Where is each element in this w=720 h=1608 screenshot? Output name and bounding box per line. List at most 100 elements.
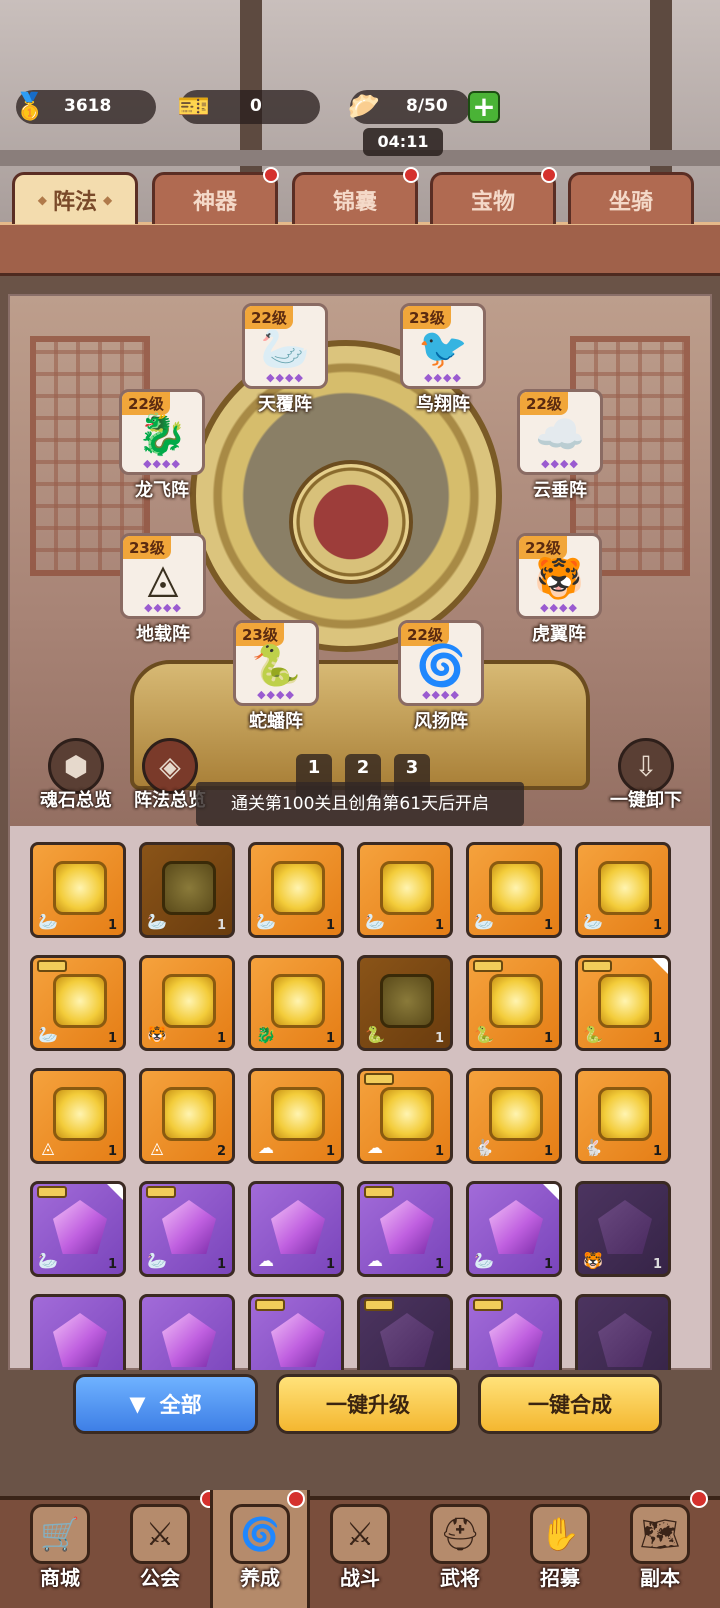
cloud-icon: ☁ bbox=[258, 1251, 274, 1270]
triangle-icon: ◬ bbox=[147, 556, 179, 602]
equipped-tag-icon bbox=[364, 1073, 394, 1085]
soul-stone-slot[interactable]: 🐇 1 bbox=[575, 1068, 671, 1164]
formation-core[interactable] bbox=[289, 460, 413, 584]
tab-pouch[interactable]: 锦囊 bbox=[292, 167, 419, 224]
formation-tianfu[interactable]: 22级 🦢 ◆◆◆◆ 天覆阵 bbox=[239, 303, 331, 416]
gold-gem-icon bbox=[271, 861, 325, 915]
equipped-tag-icon bbox=[582, 960, 612, 972]
soul-stone-slot[interactable]: 🦢 1 bbox=[466, 842, 562, 938]
formation-name: 云垂阵 bbox=[533, 480, 587, 501]
formation-dizai[interactable]: 23级 ◬ ◆◆◆◆ 地载阵 bbox=[117, 533, 209, 646]
ticket-counter[interactable]: 🎫 0 bbox=[178, 90, 320, 124]
battle-icon: ⚔ bbox=[330, 1504, 390, 1564]
tab-mount[interactable]: 坐骑 bbox=[568, 172, 694, 224]
nav-guild[interactable]: ⚔ 公会 bbox=[110, 1490, 218, 1608]
upgrade-all-button[interactable]: 一键升级 bbox=[276, 1374, 460, 1434]
formation-name: 蛇蟠阵 bbox=[249, 711, 303, 732]
recruit-icon: ✋ bbox=[530, 1504, 590, 1564]
nav-label: 养成 bbox=[240, 1566, 280, 1590]
stack-count: 1 bbox=[107, 1031, 117, 1046]
soul-stone-slot[interactable] bbox=[139, 1294, 235, 1370]
soul-stone-slot[interactable]: 🐯 1 bbox=[575, 1181, 671, 1277]
equipped-tag-icon bbox=[255, 1299, 285, 1311]
stamina-timer: 04:11 bbox=[363, 128, 443, 156]
soul-stone-slot[interactable]: 🐯 1 bbox=[139, 955, 235, 1051]
stack-count: 1 bbox=[434, 1144, 444, 1159]
soul-stone-slot[interactable]: 🐍 1 bbox=[575, 955, 671, 1051]
soul-stone-slot[interactable] bbox=[30, 1294, 126, 1370]
stack-count: 1 bbox=[107, 918, 117, 933]
soul-stone-slot[interactable] bbox=[466, 1294, 562, 1370]
cloud-icon: ☁ bbox=[258, 1138, 274, 1157]
stack-count: 1 bbox=[543, 918, 553, 933]
soul-stone-slot[interactable] bbox=[575, 1294, 671, 1370]
stack-count: 1 bbox=[543, 1257, 553, 1272]
soul-stone-slot[interactable] bbox=[357, 1294, 453, 1370]
red-dot-badge bbox=[690, 1490, 708, 1508]
stack-count: 1 bbox=[107, 1144, 117, 1159]
crane-icon: 🦢 bbox=[38, 1251, 58, 1270]
tab-artifact[interactable]: 神器 bbox=[152, 167, 279, 224]
formation-niaoxiang[interactable]: 23级 🐦 ◆◆◆◆ 鸟翔阵 bbox=[397, 303, 489, 416]
soul-stone-slot[interactable]: ◬ 2 bbox=[139, 1068, 235, 1164]
soul-stone-slot[interactable]: 🦢 1 bbox=[30, 1181, 126, 1277]
tab-treasure[interactable]: 宝物 bbox=[430, 167, 557, 224]
soul-stone-slot[interactable]: 🦢 1 bbox=[248, 842, 344, 938]
gold-gem-icon bbox=[162, 861, 216, 915]
soul-stone-slot[interactable]: 🦢 1 bbox=[575, 842, 671, 938]
soul-stone-slot[interactable]: ☁ 1 bbox=[357, 1181, 453, 1277]
gold-ticket-icon: 🎫 bbox=[177, 92, 211, 122]
ticket-value: 0 bbox=[250, 96, 262, 116]
nav-shop[interactable]: 🛒 商城 bbox=[10, 1490, 110, 1608]
nav-label: 武将 bbox=[440, 1566, 480, 1590]
corner-flag-icon bbox=[107, 1184, 123, 1200]
soul-stone-slot[interactable]: 🦢 1 bbox=[139, 842, 235, 938]
soul-stone-slot[interactable] bbox=[248, 1294, 344, 1370]
add-stamina-button[interactable]: + bbox=[468, 91, 500, 123]
corner-flag-icon bbox=[543, 1184, 559, 1200]
soul-stone-slot[interactable]: 🐍 1 bbox=[357, 955, 453, 1051]
formation-name: 天覆阵 bbox=[258, 394, 312, 415]
nav-battle[interactable]: ⚔ 战斗 bbox=[310, 1490, 410, 1608]
formation-name: 龙飞阵 bbox=[135, 480, 189, 501]
nav-dungeon[interactable]: 🗺 副本 bbox=[610, 1490, 710, 1608]
gold-counter[interactable]: 🥇 3618 bbox=[14, 90, 156, 124]
star-row: ◆◆◆◆ bbox=[266, 371, 304, 384]
formation-name: 鸟翔阵 bbox=[416, 394, 470, 415]
formation-yunchui[interactable]: 22级 ☁️ ◆◆◆◆ 云垂阵 bbox=[514, 389, 606, 502]
soul-stone-slot[interactable]: 🦢 1 bbox=[357, 842, 453, 938]
formation-longfei[interactable]: 22级 🐉 ◆◆◆◆ 龙飞阵 bbox=[116, 389, 208, 502]
soul-stone-slot[interactable]: 🦢 1 bbox=[30, 842, 126, 938]
formation-shepan[interactable]: 23级 🐍 ◆◆◆◆ 蛇蟠阵 bbox=[230, 620, 322, 733]
stamina-counter[interactable]: 🥟 8/50 bbox=[348, 90, 470, 124]
formation-huyi[interactable]: 22级 🐯 ◆◆◆◆ 虎翼阵 bbox=[513, 533, 605, 646]
nav-cultivate[interactable]: 🌀 养成 bbox=[210, 1490, 310, 1608]
merge-all-button[interactable]: 一键合成 bbox=[478, 1374, 662, 1434]
filter-all-button[interactable]: ▼ 全部 bbox=[73, 1374, 258, 1434]
soul-stone-slot[interactable]: 🐇 1 bbox=[466, 1068, 562, 1164]
soul-stone-slot[interactable]: 🦢 1 bbox=[139, 1181, 235, 1277]
purple-gem-icon bbox=[53, 1313, 107, 1367]
soul-stone-slot[interactable]: ☁ 1 bbox=[357, 1068, 453, 1164]
soul-overview-button[interactable]: ⬢ 魂石总览 bbox=[26, 738, 126, 812]
nav-general[interactable]: ⛑ 武将 bbox=[410, 1490, 510, 1608]
soul-stone-grid: 🦢 1 🦢 1 🦢 1 🦢 1 🦢 1 🦢 1 🦢 1 🐯 1 🐉 1 🐍 1 🐍 1 🐍 1 ◬ 1 ◬ 2 ☁ 1 ☁ 1 🐇 1 🐇 1 🦢 1 🦢 1… bbox=[30, 842, 692, 1370]
soul-stone-slot[interactable]: ☁ 1 bbox=[248, 1068, 344, 1164]
purple-gem-icon bbox=[380, 1313, 434, 1367]
dropdown-triangle-icon: ▼ bbox=[129, 1392, 146, 1416]
tab-formation[interactable]: ◆ 阵法 ◆ bbox=[12, 172, 138, 224]
soul-stone-slot[interactable]: 🦢 1 bbox=[30, 955, 126, 1051]
formation-fengyang[interactable]: 22级 🌀 ◆◆◆◆ 风扬阵 bbox=[395, 620, 487, 733]
soul-stone-slot[interactable]: 🐉 1 bbox=[248, 955, 344, 1051]
soul-stone-slot[interactable]: ◬ 1 bbox=[30, 1068, 126, 1164]
soul-stone-slot[interactable]: ☁ 1 bbox=[248, 1181, 344, 1277]
soul-stone-slot[interactable]: 🦢 1 bbox=[466, 1181, 562, 1277]
gold-gem-icon bbox=[162, 974, 216, 1028]
nav-recruit[interactable]: ✋ 招募 bbox=[510, 1490, 610, 1608]
nav-label: 公会 bbox=[140, 1566, 180, 1590]
soul-stone-slot[interactable]: 🐍 1 bbox=[466, 955, 562, 1051]
tiger-icon: 🐯 bbox=[534, 556, 584, 602]
formation-card: 22级 ☁️ ◆◆◆◆ bbox=[517, 389, 603, 475]
unload-all-button[interactable]: ⇩ 一键卸下 bbox=[596, 738, 696, 812]
red-dot-badge bbox=[287, 1490, 305, 1508]
